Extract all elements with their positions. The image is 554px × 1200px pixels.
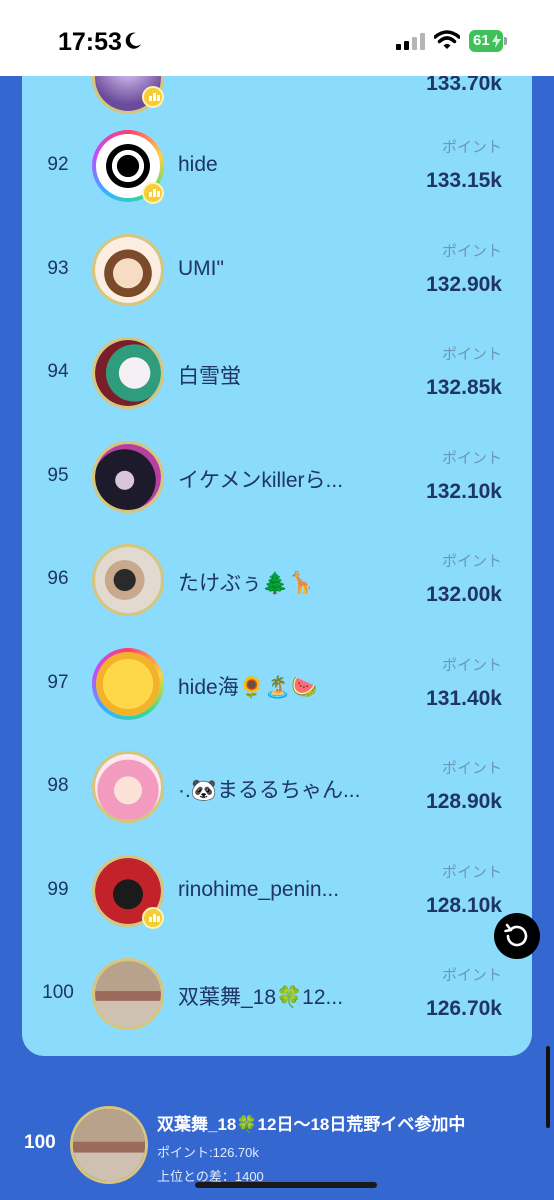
points-label: ポイント — [441, 139, 502, 156]
rank-number: 94 — [47, 361, 69, 382]
ranking-list[interactable]: 133.70k 92 hide ポイント 133.15k 93 UMI" ポイン… — [22, 76, 532, 1056]
wifi-icon — [434, 30, 460, 49]
moon-icon — [125, 32, 141, 49]
list-item[interactable]: 98 ·.🐼まるるちゃん... ポイント 128.90k — [22, 743, 532, 833]
status-bar: 17:53 61 — [0, 0, 554, 76]
points-value: 131.40k — [426, 687, 502, 710]
points-value: 128.90k — [426, 790, 502, 813]
points-value: 133.70k — [426, 76, 502, 95]
avatar — [92, 441, 164, 513]
points-value: 128.10k — [426, 894, 502, 917]
charging-bolt-icon — [492, 34, 501, 48]
rank-number: 100 — [42, 982, 74, 1003]
rank-number: 92 — [47, 154, 69, 175]
avatar — [92, 751, 164, 823]
avatar — [92, 234, 164, 306]
points-value: 132.85k — [426, 376, 502, 399]
avatar — [92, 337, 164, 409]
user-name: UMI" — [178, 257, 224, 280]
my-rank-number: 100 — [24, 1132, 56, 1153]
list-item[interactable]: 94 白雪蛍 ポイント 132.85k — [22, 329, 532, 419]
user-name: たけぶぅ🌲🦒 — [178, 572, 315, 595]
avatar — [92, 958, 164, 1030]
points-value: 133.15k — [426, 169, 502, 192]
user-name: hide — [178, 153, 218, 176]
user-name: ·.🐼まるるちゃん... — [178, 779, 361, 802]
avatar — [92, 544, 164, 616]
my-points: ポイント:126.70k — [157, 1145, 259, 1160]
points-label: ポイント — [441, 450, 502, 467]
points-label: ポイント — [441, 657, 502, 674]
rank-number: 93 — [47, 258, 69, 279]
refresh-icon — [504, 923, 528, 947]
rank-number: 97 — [47, 672, 69, 693]
list-item[interactable]: 95 イケメンkillerら... ポイント 132.10k — [22, 433, 532, 523]
user-name: 白雪蛍 — [178, 365, 241, 388]
avatar — [92, 648, 164, 720]
list-item[interactable]: 96 たけぶぅ🌲🦒 ポイント 132.00k — [22, 536, 532, 626]
status-time: 17:53 — [58, 28, 122, 56]
user-name: 双葉舞_18🍀12... — [178, 986, 344, 1009]
user-name: hide海🌻🏝️🍉 — [178, 676, 318, 699]
points-value: 132.90k — [426, 273, 502, 296]
my-avatar — [70, 1106, 148, 1184]
user-name: イケメンkillerら... — [178, 469, 344, 492]
live-badge-icon — [142, 86, 164, 108]
battery-icon: 61 — [469, 30, 507, 52]
points-value: 132.00k — [426, 583, 502, 606]
live-badge-icon — [142, 182, 164, 204]
live-badge-icon — [142, 907, 164, 929]
rank-number: 99 — [47, 879, 69, 900]
points-label: ポイント — [441, 346, 502, 363]
points-label: ポイント — [441, 864, 502, 881]
list-item[interactable]: 93 UMI" ポイント 132.90k — [22, 226, 532, 316]
list-item[interactable]: 100 双葉舞_18🍀12... ポイント 126.70k — [22, 950, 532, 1040]
points-label: ポイント — [441, 760, 502, 777]
rank-number: 95 — [47, 465, 69, 486]
list-item[interactable]: 97 hide海🌻🏝️🍉 ポイント 131.40k — [22, 640, 532, 730]
list-item[interactable]: 92 hide ポイント 133.15k — [22, 122, 532, 212]
rank-number: 96 — [47, 568, 69, 589]
refresh-button[interactable] — [494, 913, 540, 959]
points-label: ポイント — [441, 243, 502, 260]
rank-number: 98 — [47, 775, 69, 796]
points-label: ポイント — [441, 553, 502, 570]
cellular-signal-icon — [396, 33, 425, 50]
points-value: 132.10k — [426, 480, 502, 503]
points-label: ポイント — [441, 967, 502, 984]
my-user-name: 双葉舞_18🍀12日〜18日荒野イベ参加中 — [157, 1115, 466, 1134]
points-value: 126.70k — [426, 997, 502, 1020]
list-item[interactable]: 99 rinohime_penin... ポイント 128.10k — [22, 847, 532, 937]
home-indicator[interactable] — [195, 1182, 377, 1188]
user-name: rinohime_penin... — [178, 878, 340, 901]
